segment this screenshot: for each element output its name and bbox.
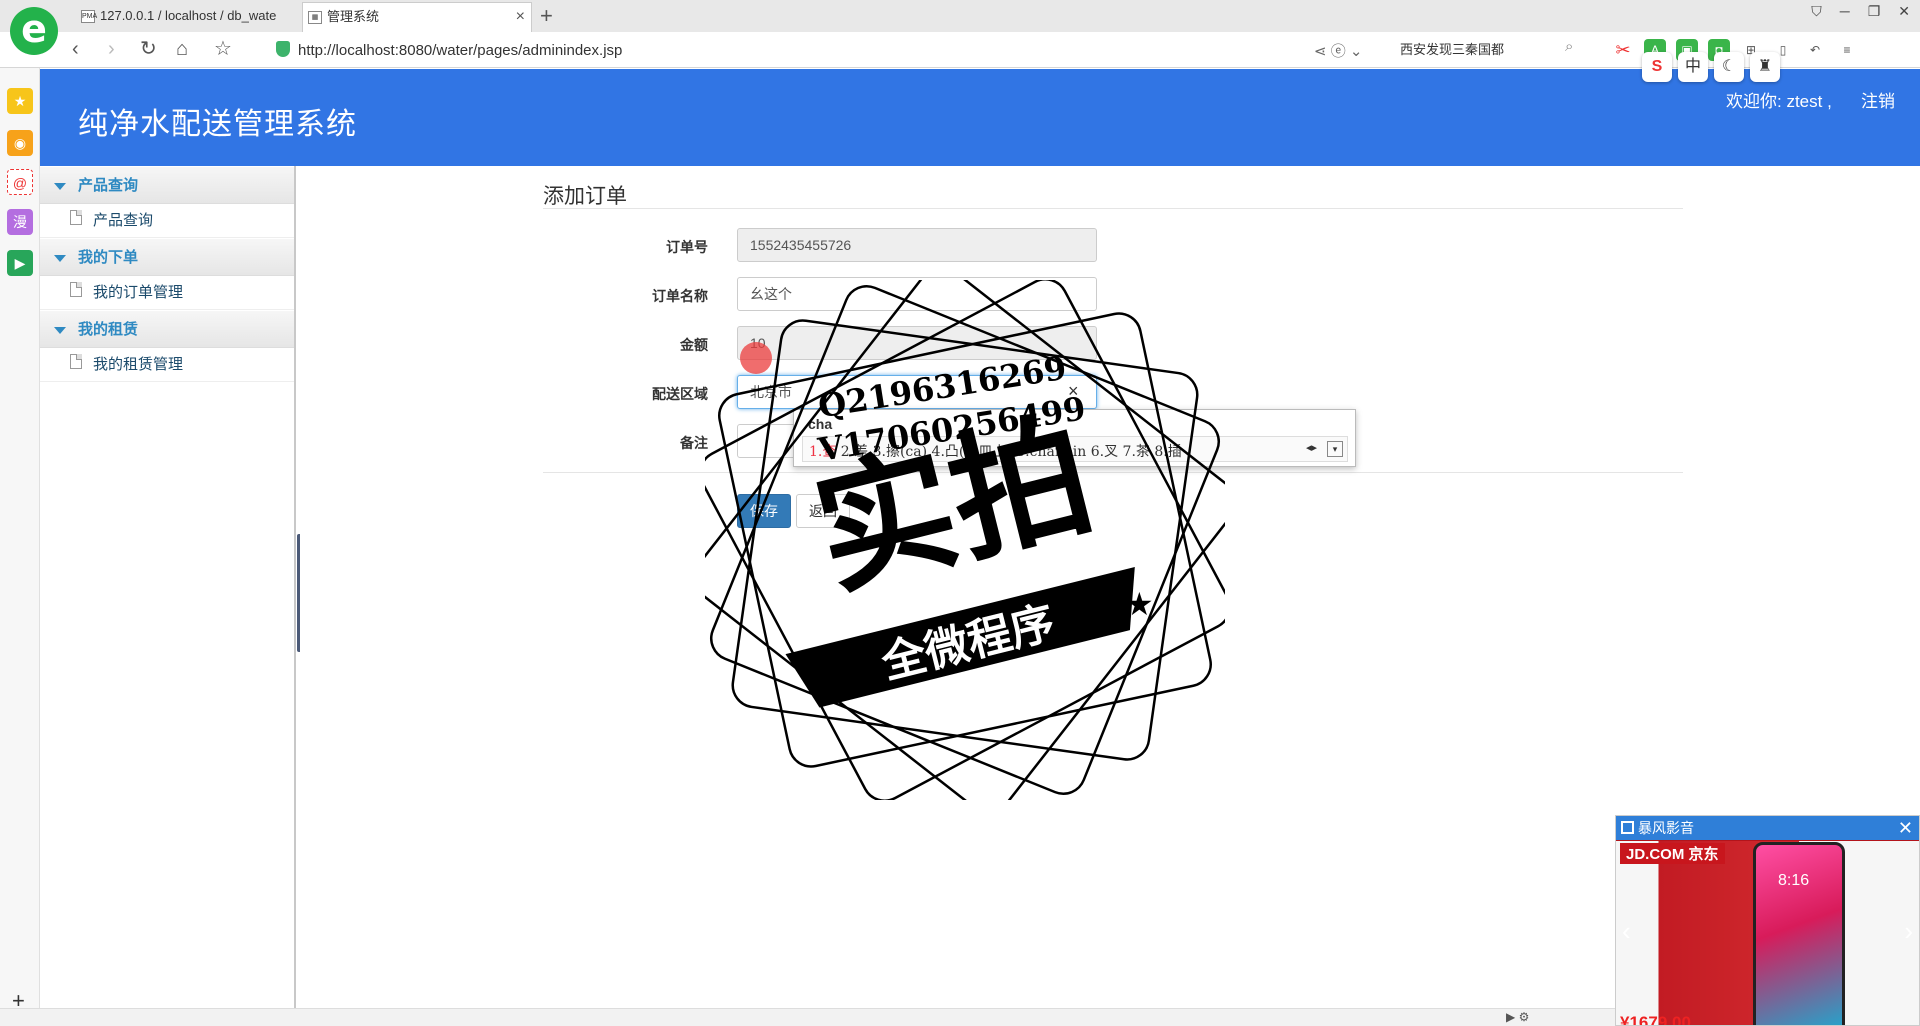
click-indicator xyxy=(740,342,772,374)
divider xyxy=(543,208,1683,209)
caret-down-icon xyxy=(54,255,66,262)
logout-link[interactable]: 注销 xyxy=(1861,87,1895,112)
order-number-input[interactable] xyxy=(737,228,1097,262)
app-sidebar: 产品查询 产品查询 我的下单 我的订单管理 我的租赁 我的租赁管理 xyxy=(40,166,296,1008)
status-tools-icons[interactable]: ▶ ⚙ xyxy=(1506,1010,1529,1024)
form-title: 添加订单 xyxy=(543,185,627,208)
tab-label: 管理系统 xyxy=(327,9,380,24)
address-bar: ‹ › ↻ ⌂ ☆ ⋖ ⓔ ⌄ 西安发现三秦国都 ⌕ ✂ A ▣ ◘ ⊞ ▯ ↶… xyxy=(0,32,1920,68)
document-icon xyxy=(70,282,82,297)
skin-shirt-icon[interactable]: ♜ xyxy=(1750,52,1780,82)
video-icon[interactable]: ▶ xyxy=(7,250,33,276)
menu-group-my-orders[interactable]: 我的下单 xyxy=(40,238,294,276)
order-number-label: 订单号 xyxy=(666,239,708,255)
ad-price: ¥1679.00 xyxy=(1620,1013,1691,1026)
ime-candidates[interactable]: 1.查 2.差 3.擦(ca) 4.凸(艹皿丄) 5.chanpin 6.叉 7… xyxy=(809,441,1182,461)
amount-input[interactable] xyxy=(737,326,1097,360)
tab-admin-system[interactable]: ▦ 管理系统 × xyxy=(302,2,532,32)
ad-title: 暴风影音 xyxy=(1638,820,1694,836)
clear-input-icon[interactable]: × xyxy=(1068,381,1079,402)
shirt-skin-icon[interactable]: ⛉ xyxy=(1811,3,1822,20)
phpmyadmin-favicon-icon: PMA xyxy=(81,10,97,23)
amount-label: 金额 xyxy=(680,337,708,353)
remark-label: 备注 xyxy=(680,435,708,451)
document-icon xyxy=(70,210,82,225)
document-icon xyxy=(70,354,82,369)
ad-next-arrow-icon[interactable]: › xyxy=(1904,916,1913,947)
home-icon[interactable]: ⌂ xyxy=(176,38,188,60)
ad-header: 暴风影音 ✕ xyxy=(1616,816,1919,840)
menu-group-label: 我的下单 xyxy=(78,249,139,266)
delivery-region-input[interactable] xyxy=(737,375,1097,409)
sogou-ime-icon[interactable]: S xyxy=(1642,52,1672,82)
favorites-strip: ★ ◉ @ 漫 ▶ + xyxy=(0,68,40,1013)
scissors-icon[interactable]: ✂ xyxy=(1612,39,1634,61)
browser-logo-icon: e xyxy=(10,7,58,55)
tab-label: 127.0.0.1 / localhost / db_wate xyxy=(100,8,277,23)
film-icon xyxy=(1621,821,1634,834)
app-title: 纯净水配送管理系统 xyxy=(78,108,357,141)
url-input[interactable] xyxy=(298,38,1198,62)
ad-phone-time: 8:16 xyxy=(1778,872,1810,889)
search-icon[interactable]: ⌕ xyxy=(1565,38,1573,55)
ad-prev-arrow-icon[interactable]: ‹ xyxy=(1622,916,1631,947)
caret-down-icon xyxy=(54,327,66,334)
close-window-icon[interactable]: ✕ xyxy=(1898,3,1910,20)
share-and-engine-icons[interactable]: ⋖ ⓔ ⌄ xyxy=(1314,40,1362,61)
sidebar-item-rental-management[interactable]: 我的租赁管理 xyxy=(40,348,294,382)
order-name-label: 订单名称 xyxy=(652,288,708,304)
app-header: 纯净水配送管理系统 欢迎你: ztest , 注销 xyxy=(40,69,1920,166)
forward-arrow-icon[interactable]: › xyxy=(108,38,115,60)
tab-phpmyadmin[interactable]: PMA 127.0.0.1 / localhost / db_wate xyxy=(76,2,300,32)
weibo-icon[interactable]: ◉ xyxy=(7,130,33,156)
comic-icon[interactable]: 漫 xyxy=(7,209,33,235)
divider xyxy=(543,472,1683,473)
ime-composition: cha xyxy=(808,416,833,432)
back-button[interactable]: 返回 xyxy=(796,494,850,528)
new-tab-icon[interactable]: + xyxy=(540,2,553,30)
menu-group-product-query[interactable]: 产品查询 xyxy=(40,166,294,204)
mail-icon[interactable]: @ xyxy=(7,169,33,195)
sidebar-item-product-query[interactable]: 产品查询 xyxy=(40,204,294,238)
ime-candidate-list[interactable]: 1.查 2.差 3.擦(ca) 4.凸(艹皿丄) 5.chanpin 6.叉 7… xyxy=(802,436,1348,462)
browser-tab-bar: PMA 127.0.0.1 / localhost / db_wate ▦ 管理… xyxy=(0,0,1920,32)
back-arrow-icon[interactable]: ‹ xyxy=(72,38,79,60)
menu-icon[interactable]: ≡ xyxy=(1836,39,1858,61)
ime-floating-toolbar: S 中 ☾ ♜ xyxy=(1642,52,1780,82)
ime-page-arrows-icon[interactable]: ◂▸ xyxy=(1306,441,1317,454)
bookmark-star-icon[interactable]: ☆ xyxy=(214,38,232,60)
moon-icon[interactable]: ☾ xyxy=(1714,52,1744,82)
tab-close-icon[interactable]: × xyxy=(516,3,525,31)
caret-down-icon xyxy=(54,183,66,190)
security-shield-icon xyxy=(276,41,290,57)
ad-popup: 暴风影音 ✕ JD.COM 京东 8:16 ¥1679.00 ‹ › xyxy=(1615,815,1920,1026)
menu-group-label: 产品查询 xyxy=(78,177,139,194)
search-input[interactable]: 西安发现三秦国都 xyxy=(1400,38,1578,62)
reload-icon[interactable]: ↻ xyxy=(140,38,157,60)
delivery-region-label: 配送区域 xyxy=(652,386,708,402)
window-controls: ⛉ ─ ❐ ✕ xyxy=(1811,3,1910,20)
undo-icon[interactable]: ↶ xyxy=(1804,39,1826,61)
save-button[interactable]: 保存 xyxy=(737,494,791,528)
menu-group-label: 我的租赁 xyxy=(78,321,139,338)
welcome-text: 欢迎你: ztest , xyxy=(1726,92,1832,111)
sidebar-item-label: 我的订单管理 xyxy=(93,284,184,301)
sidebar-item-label: 产品查询 xyxy=(93,212,154,229)
sidebar-item-label: 我的租赁管理 xyxy=(93,356,184,373)
ime-expand-icon[interactable]: ▾ xyxy=(1327,441,1343,457)
ime-candidate-popup: cha 1.查 2.差 3.擦(ca) 4.凸(艹皿丄) 5.chanpin 6… xyxy=(793,409,1356,467)
favorites-star-icon[interactable]: ★ xyxy=(7,88,33,114)
phone-image xyxy=(1753,842,1845,1025)
menu-group-my-rentals[interactable]: 我的租赁 xyxy=(40,310,294,348)
chart-favicon-icon: ▦ xyxy=(308,11,322,24)
restore-icon[interactable]: ❐ xyxy=(1868,3,1881,20)
order-name-input[interactable] xyxy=(737,277,1097,311)
minimize-icon[interactable]: ─ xyxy=(1840,3,1850,20)
ime-chinese-mode[interactable]: 中 xyxy=(1678,52,1708,82)
ad-brand: JD.COM 京东 xyxy=(1620,843,1725,864)
ad-close-icon[interactable]: ✕ xyxy=(1898,816,1913,840)
sidebar-item-order-management[interactable]: 我的订单管理 xyxy=(40,276,294,310)
